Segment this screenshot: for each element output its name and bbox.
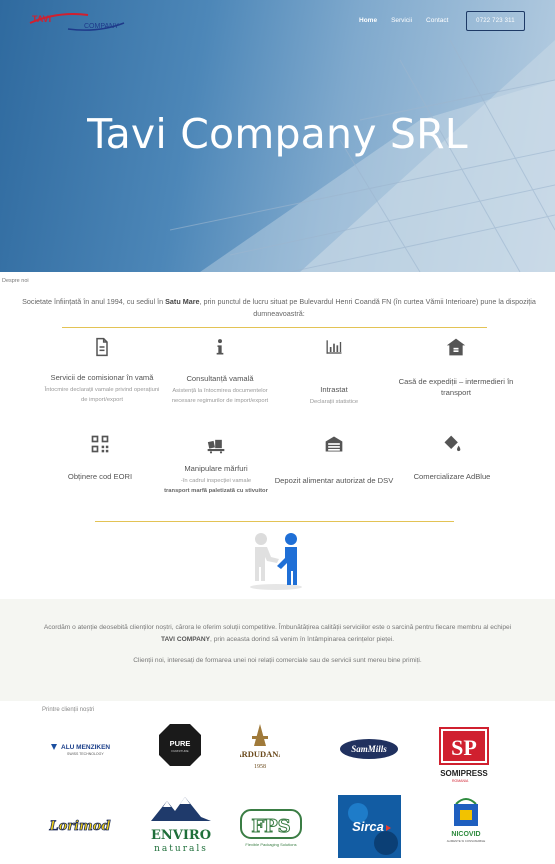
- band-text-c: , prin aceasta dorind să venim în întâmp…: [210, 635, 395, 643]
- paint-bucket-icon: [392, 432, 512, 456]
- intro-text: Societate înființată în anul 1994, cu se…: [14, 296, 544, 320]
- service-title: Consultanță vamală: [186, 374, 254, 383]
- service-handling: Manipulare mărfuri -în cadrul inspecției…: [156, 432, 276, 496]
- svg-text:ENVIRO: ENVIRO: [151, 828, 211, 843]
- divider-top: [62, 327, 487, 328]
- svg-text:FURNITURE: FURNITURE: [171, 749, 188, 753]
- service-title: Depozit alimentar autorizat de DSV: [274, 476, 394, 485]
- svg-text:ALU MENZIKEN: ALU MENZIKEN: [61, 744, 110, 751]
- client-logo-pure: PURE FURNITURE: [158, 723, 202, 767]
- about-label: Despre noi: [2, 278, 29, 284]
- nav-home[interactable]: Home: [359, 17, 377, 24]
- service-desc: Asistență la întocmirea documentelor nec…: [171, 388, 269, 404]
- svg-text:SOMIPRESS: SOMIPRESS: [440, 769, 488, 778]
- service-title: Obținere cod EORI: [67, 472, 133, 481]
- band-company: TAVI COMPANY: [160, 635, 211, 643]
- service-title: Comercializare AdBlue: [413, 472, 491, 481]
- service-eori: Obținere cod EORI: [40, 432, 160, 482]
- service-depot: Depozit alimentar autorizat de DSV: [274, 432, 394, 486]
- bar-chart-icon: [274, 335, 394, 359]
- document-icon: [42, 335, 162, 359]
- svg-text:FPS: FPS: [251, 816, 290, 837]
- company-logo[interactable]: TAVI COMPANY: [28, 9, 128, 33]
- clients-label: Printre clienții noștri: [42, 707, 95, 713]
- qr-code-icon: [40, 432, 160, 456]
- band-paragraph-1: Acordăm o atenție deosebită clienților n…: [40, 622, 515, 645]
- client-logo-fps: FPS Flexible Packaging Solutions: [238, 808, 304, 850]
- client-logo-sammills: SamMills: [339, 738, 399, 760]
- svg-text:naturals: naturals: [154, 844, 208, 854]
- intro-city: Satu Mare: [165, 297, 200, 306]
- client-logo-sirca: Sirca: [338, 795, 401, 858]
- service-desc-text: -în cadrul inspecției vamale: [180, 478, 252, 484]
- svg-text:Flexible Packaging Solutions: Flexible Packaging Solutions: [245, 842, 296, 847]
- service-title: Intrastat: [320, 385, 348, 394]
- svg-text:SamMills: SamMills: [351, 744, 387, 754]
- svg-text:Sirca: Sirca: [352, 819, 384, 834]
- svg-text:Lorimod: Lorimod: [48, 819, 110, 834]
- client-logo-somipress: SP SOMIPRESS ROMANIA: [432, 726, 496, 786]
- svg-text:ROMANIA: ROMANIA: [452, 779, 469, 783]
- hero-section: TAVI COMPANY Home Servicii Contact 0722 …: [0, 0, 555, 272]
- service-desc-bold: transport marfă paletizată cu stivuitor: [164, 487, 268, 494]
- intro-part-1: Societate înființată în anul 1994, cu se…: [22, 297, 166, 306]
- service-title: Casă de expediții – intermedieri în tran…: [398, 377, 514, 397]
- client-logo-enviro: ENVIRO naturals: [145, 795, 217, 855]
- service-desc: Declarații statistice: [309, 399, 359, 405]
- intro-part-2: , prin punctul de lucru situat pe Buleva…: [199, 297, 536, 318]
- info-icon: [160, 335, 280, 359]
- svg-text:SP: SP: [451, 735, 477, 760]
- logo-right-text: COMPANY: [84, 23, 119, 30]
- depot-icon: [274, 432, 394, 456]
- band-paragraph-2: Clienții noi, interesați de formarea une…: [133, 657, 422, 664]
- phone-button[interactable]: 0722 723 311: [466, 11, 525, 31]
- svg-text:NICOVID: NICOVID: [451, 831, 480, 838]
- logo-left-text: TAVI: [32, 14, 51, 24]
- service-adblue: Comercializare AdBlue: [392, 432, 512, 482]
- hero-title: Tavi Company SRL: [87, 110, 468, 158]
- client-logo-lorimod: Lorimod: [41, 814, 119, 836]
- service-title: Servicii de comisionar în vamă: [50, 373, 154, 382]
- nav-contact[interactable]: Contact: [426, 17, 448, 24]
- service-title: Manipulare mărfuri: [184, 464, 248, 473]
- service-desc: Întocmire declarații vamale privind oper…: [44, 387, 160, 403]
- svg-text:ALIMENTE SI CONSUMABILE: ALIMENTE SI CONSUMABILE: [447, 839, 486, 843]
- nav-servicii[interactable]: Servicii: [391, 17, 412, 24]
- service-intrastat: Intrastat Declarații statistice: [274, 335, 394, 408]
- service-consulting: Consultanță vamală Asistență la întocmir…: [160, 335, 280, 406]
- svg-text:SWISS TECHNOLOGY: SWISS TECHNOLOGY: [67, 752, 104, 756]
- client-logo-alu-menziken: ALU MENZIKEN SWISS TECHNOLOGY: [49, 740, 121, 758]
- svg-text:PURE: PURE: [170, 739, 191, 748]
- service-desc: -în cadrul inspecției vamale transport ma…: [156, 477, 276, 496]
- warehouse-icon: [396, 335, 516, 359]
- service-customs-broker: Servicii de comisionar în vamă Întocmire…: [42, 335, 162, 405]
- band-text-a: Acordăm o atenție deosebită clienților n…: [43, 624, 512, 631]
- divider-bottom: [95, 521, 454, 522]
- handshake-illustration: [250, 533, 302, 590]
- client-logo-nicovid: NICOVID ALIMENTE SI CONSUMABILE: [440, 796, 492, 844]
- service-expedition: Casă de expediții – intermedieri în tran…: [396, 335, 516, 398]
- pallet-icon: [156, 432, 276, 456]
- client-logo-ardudana: ARDUDANA 1958: [235, 722, 285, 772]
- svg-text:1958: 1958: [254, 764, 266, 770]
- main-nav: Home Servicii Contact: [359, 17, 448, 24]
- svg-text:ARDUDANA: ARDUDANA: [240, 749, 280, 759]
- info-band: Acordăm o atenție deosebită clienților n…: [0, 599, 555, 701]
